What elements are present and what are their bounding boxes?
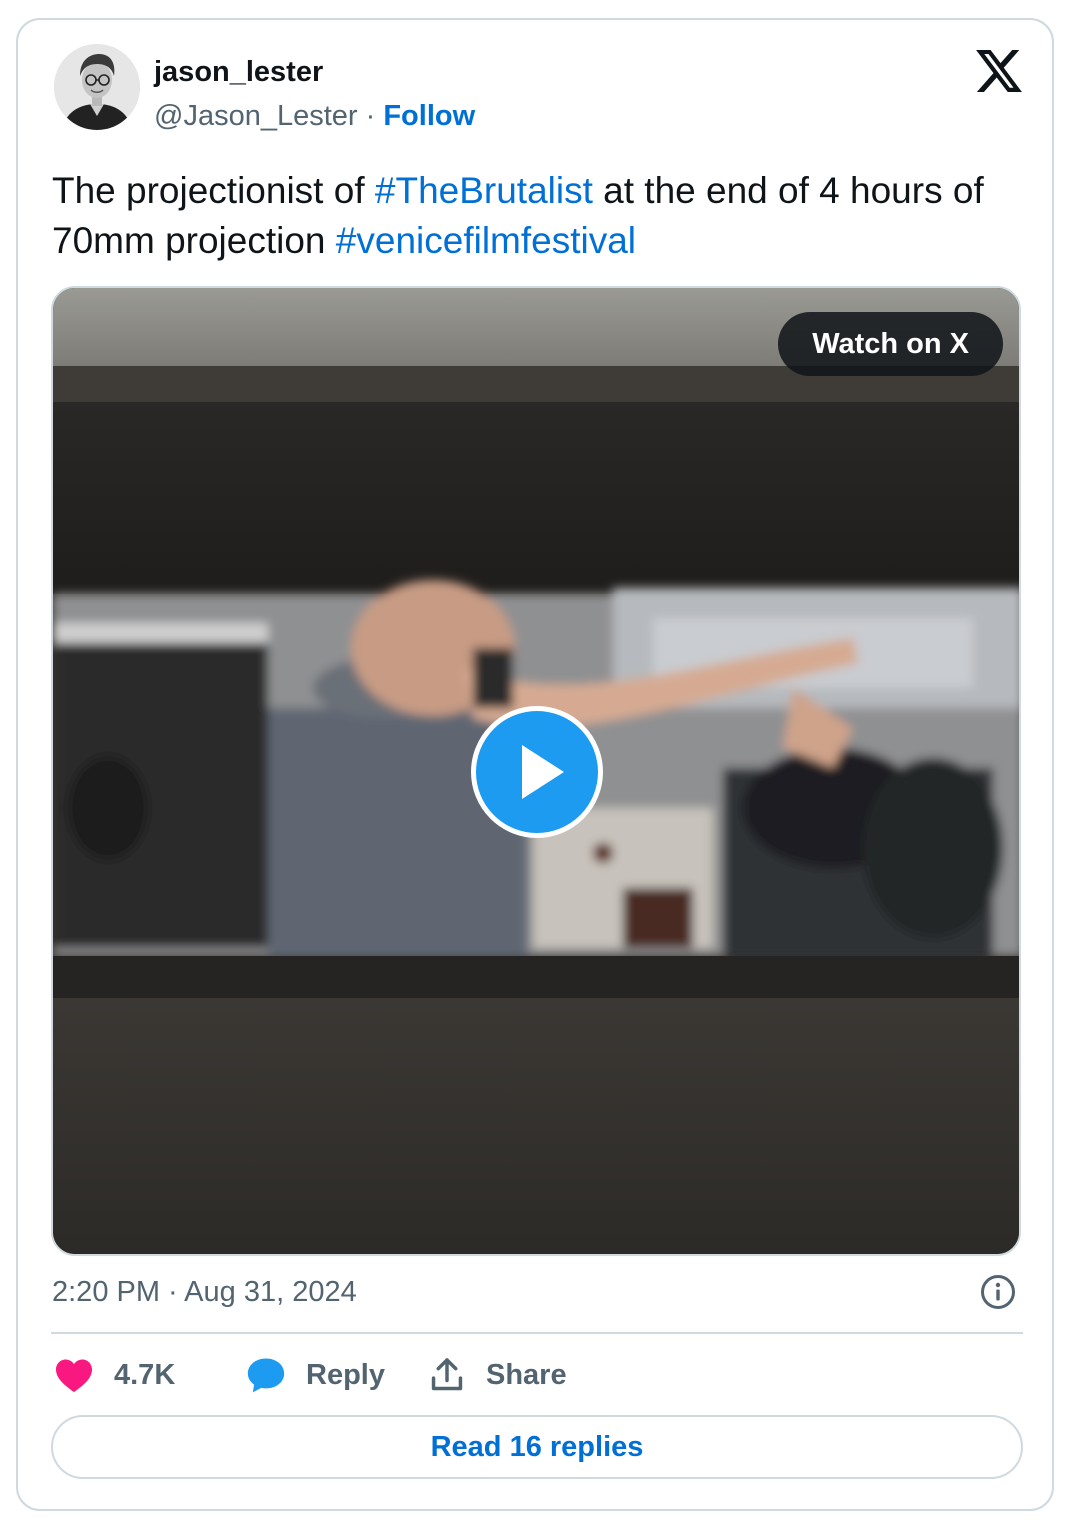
heart-icon: [56, 1359, 92, 1393]
tweet-text-part: The projectionist of: [52, 170, 375, 211]
speech-bubble-icon: [247, 1358, 285, 1393]
author-avatar[interactable]: [54, 44, 140, 130]
info-icon[interactable]: [980, 1274, 1016, 1310]
like-button[interactable]: 4.7K: [54, 1350, 175, 1400]
share-button[interactable]: Share: [428, 1350, 567, 1400]
read-replies-button[interactable]: Read 16 replies: [51, 1415, 1023, 1479]
divider: [51, 1332, 1023, 1334]
video-player[interactable]: Watch on X: [51, 286, 1021, 1256]
share-upload-icon: [431, 1358, 463, 1391]
likes-count: 4.7K: [114, 1358, 176, 1391]
hashtag-link[interactable]: #TheBrutalist: [375, 170, 593, 211]
watch-on-x-button[interactable]: Watch on X: [778, 312, 1003, 376]
author-name[interactable]: jason_lester: [154, 56, 323, 89]
reply-button[interactable]: Reply: [246, 1350, 385, 1400]
reply-label: Reply: [306, 1358, 385, 1391]
tweet-text: The projectionist of #TheBrutalist at th…: [52, 166, 1022, 266]
handle-separator: ·: [357, 100, 384, 132]
share-label: Share: [486, 1358, 567, 1391]
follow-button[interactable]: Follow: [383, 100, 475, 132]
tweet-timestamp[interactable]: 2:20 PM · Aug 31, 2024: [52, 1276, 357, 1309]
hashtag-link[interactable]: #venicefilmfestival: [336, 220, 636, 261]
play-icon: [522, 745, 564, 799]
tweet-embed-card: jason_lester @Jason_Lester · Follow The …: [16, 18, 1054, 1511]
x-logo-icon[interactable]: [976, 50, 1022, 92]
author-handle-row: @Jason_Lester · Follow: [154, 100, 475, 133]
author-handle[interactable]: @Jason_Lester: [154, 100, 358, 132]
play-button[interactable]: [471, 706, 603, 838]
